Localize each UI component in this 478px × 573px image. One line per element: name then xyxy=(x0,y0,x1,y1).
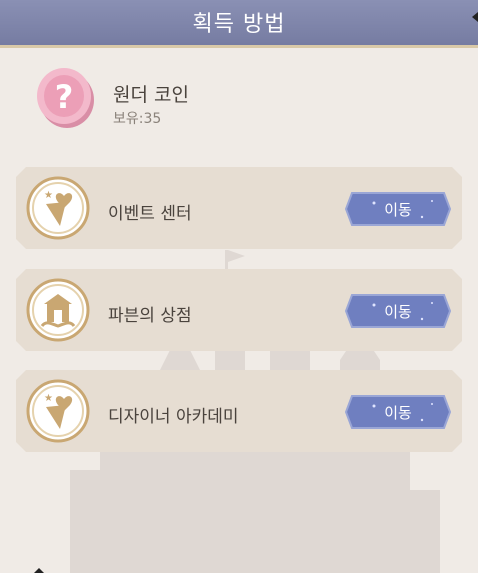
source-label: 디자이너 아카데미 xyxy=(108,407,239,427)
source-card-event-center: ★ 이벤트 센터 이동 xyxy=(16,167,462,249)
ice-cream-heart-icon: ★ xyxy=(26,379,90,443)
goto-button[interactable]: 이동 xyxy=(344,394,452,430)
ice-cream-heart-icon: ★ xyxy=(26,176,90,240)
wonder-coin-icon: ? xyxy=(37,68,94,128)
goto-button-label: 이동 xyxy=(384,303,412,321)
goto-button-label: 이동 xyxy=(384,404,412,422)
svg-text:?: ? xyxy=(55,78,74,116)
owned-count: 보유:35 xyxy=(113,111,162,127)
goto-button[interactable]: 이동 xyxy=(344,191,452,227)
item-name: 원더 코인 xyxy=(113,84,189,106)
header: 획득 방법 xyxy=(0,0,478,48)
close-arrow-icon[interactable] xyxy=(472,12,478,22)
source-card-shop: 파븐의 상점 이동 xyxy=(16,269,462,351)
goto-button-label: 이동 xyxy=(384,201,412,219)
goto-button[interactable]: 이동 xyxy=(344,293,452,329)
page-title: 획득 방법 xyxy=(192,12,286,37)
scroll-indicator-icon xyxy=(34,568,44,573)
svg-text:★: ★ xyxy=(44,190,53,201)
shop-icon xyxy=(26,278,90,342)
svg-text:★: ★ xyxy=(44,393,53,404)
source-label: 이벤트 센터 xyxy=(108,204,192,224)
source-card-designer-academy: ★ 디자이너 아카데미 이동 xyxy=(16,370,462,452)
source-label: 파븐의 상점 xyxy=(108,306,192,326)
